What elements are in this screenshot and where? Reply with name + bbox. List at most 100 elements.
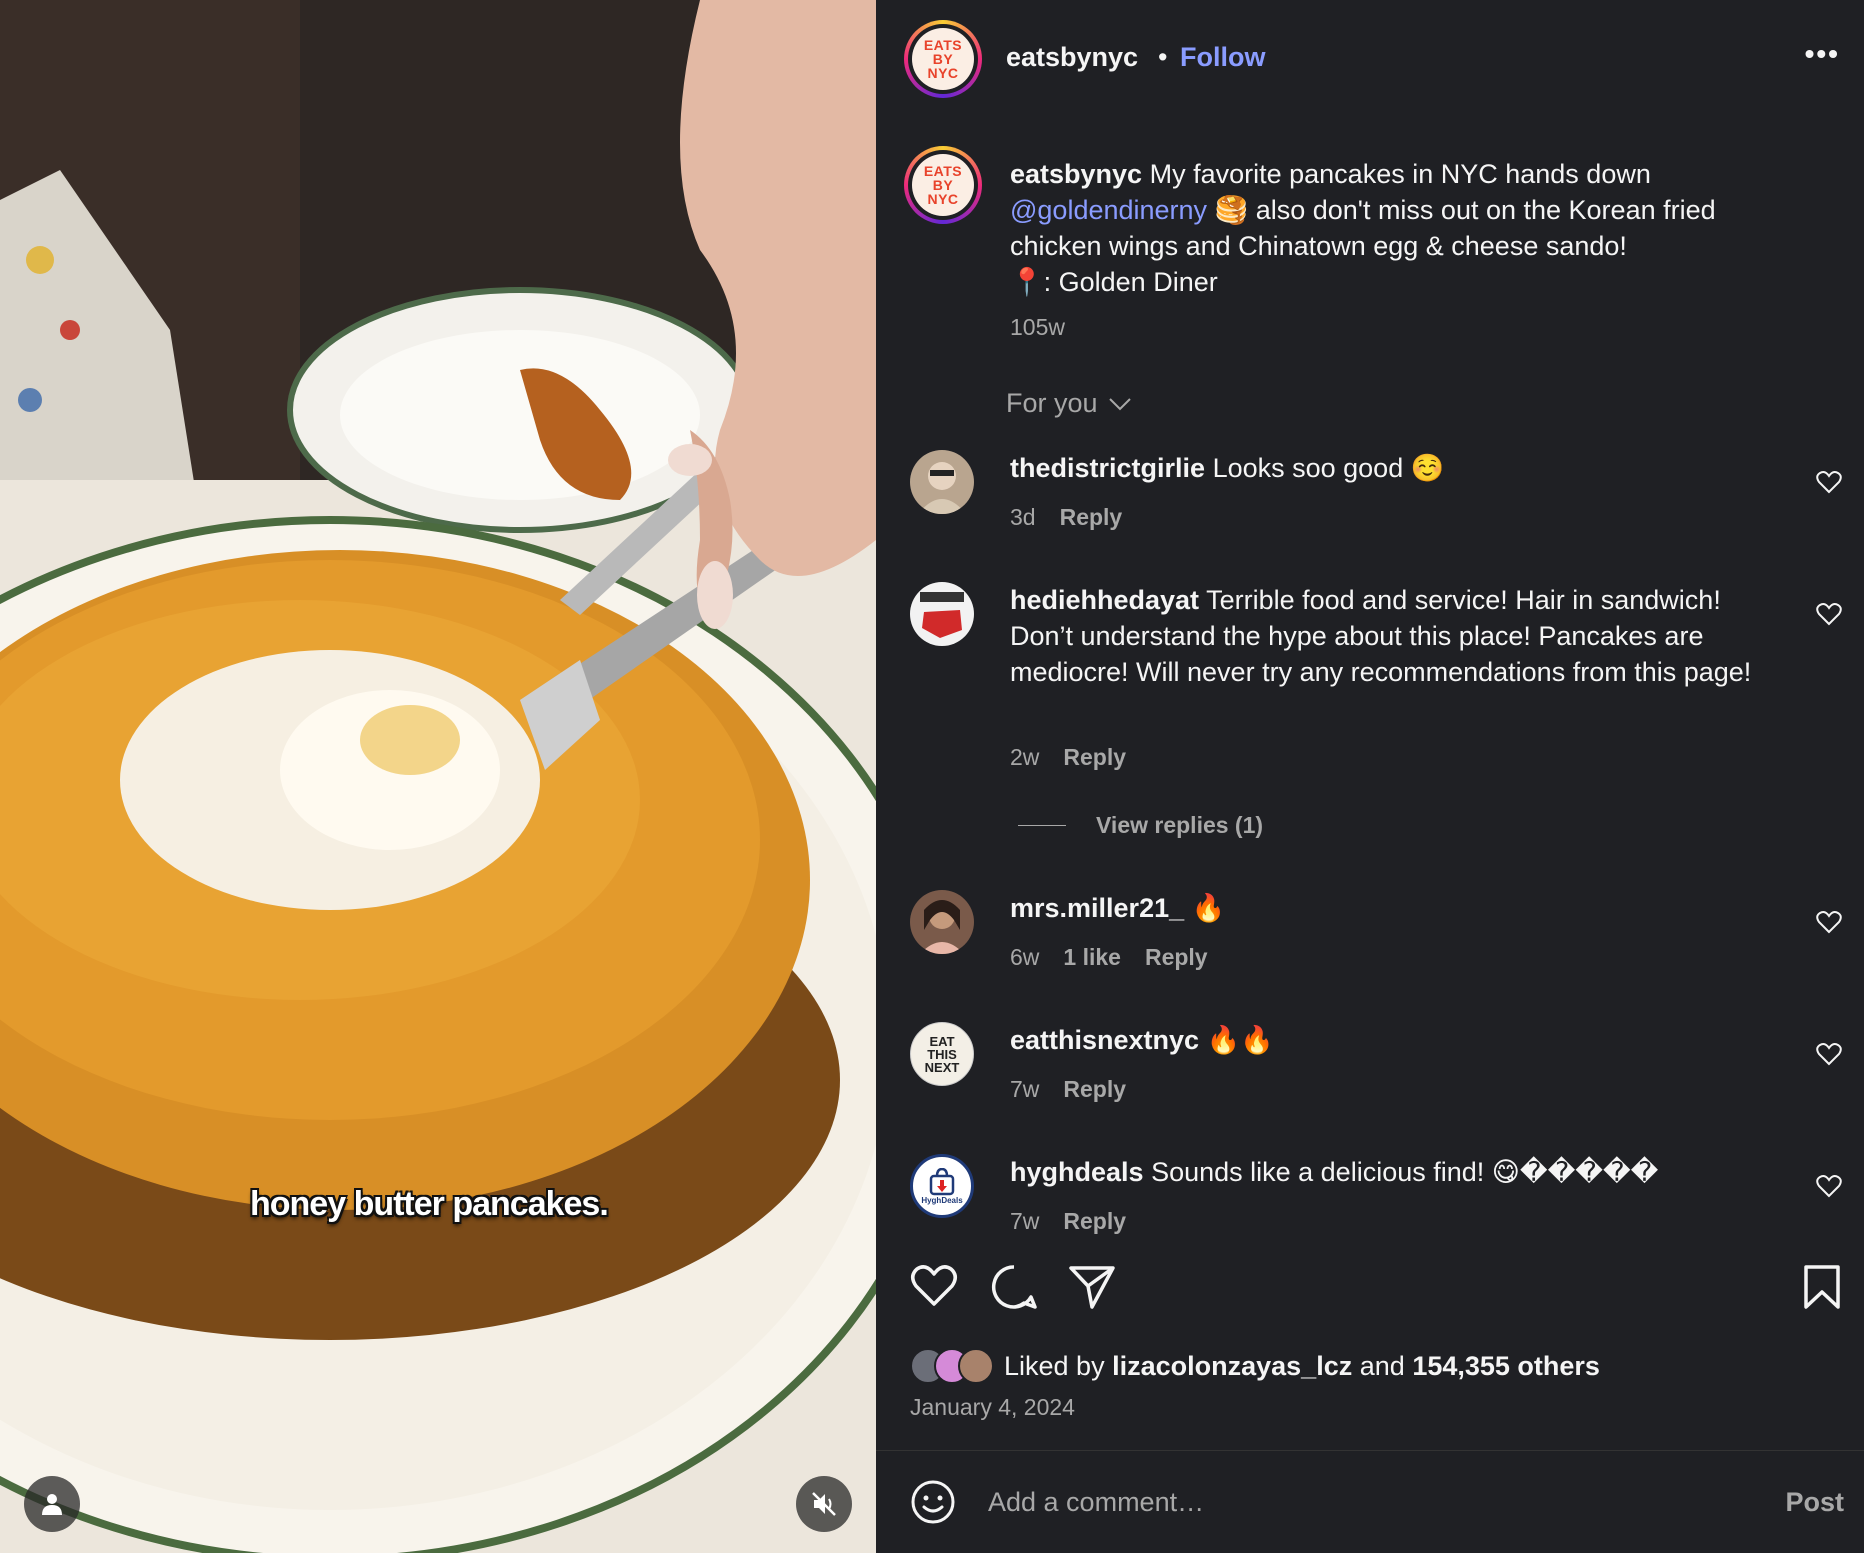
heart-icon[interactable] [1816,470,1842,494]
reply-button[interactable]: Reply [1063,744,1126,771]
comment-username[interactable]: hyghdeals [1010,1157,1144,1187]
post-comment-button[interactable]: Post [1785,1487,1844,1518]
avatar-text-line-2: THIS [927,1046,957,1062]
comment-content: mrs.miller21_ 🔥 [1010,890,1780,926]
reply-button[interactable]: Reply [1063,1076,1126,1103]
comment-bubble-icon[interactable] [990,1264,1038,1310]
comment-content: hediehhedayat Terrible food and service!… [1010,582,1780,690]
liker-avatar [958,1348,994,1384]
comment-text: Looks soo good ☺️ [1212,453,1445,483]
chevron-down-icon [1108,397,1131,410]
comments-sort-dropdown[interactable]: For you [1006,388,1132,419]
follow-button[interactable]: Follow [1180,42,1265,73]
comment-time[interactable]: 6w [1010,944,1039,971]
emoji-smiley-icon[interactable] [910,1479,956,1525]
logo-line-2: BY [932,51,954,67]
eatsbynyc-logo-icon: EATS BY NYC [912,154,974,216]
liker-username[interactable]: lizacolonzayas_lcz [1112,1351,1352,1381]
comment-content: thedistrictgirlie Looks soo good ☺️ [1010,450,1780,486]
logo-line-1: EATS [923,163,963,179]
logo-line-2: BY [932,177,954,193]
likes-prefix: Liked by [1004,1350,1105,1381]
avatar-text-line-3: NEXT [924,1059,960,1075]
location-pin-icon: 📍 [1010,267,1044,297]
comment-meta: 7w Reply [1010,1208,1126,1235]
comment-content: hyghdeals Sounds like a delicious find! … [1010,1154,1780,1190]
comment-time[interactable]: 7w [1010,1208,1039,1235]
logo-line-3: NYC [927,65,959,81]
avatar-photo [910,582,974,646]
header-separator: • [1158,42,1168,72]
post-caption: eatsbynyc My favorite pancakes in NYC ha… [1010,156,1810,300]
comment-composer: Post [876,1451,1864,1553]
heart-icon[interactable] [1816,1042,1842,1066]
comment-content: eatthisnextnyc 🔥🔥 [1010,1022,1780,1058]
reply-button[interactable]: Reply [1063,1208,1126,1235]
comment-username[interactable]: eatthisnextnyc [1010,1025,1199,1055]
logo-line-1: EATS [923,37,963,53]
comment-input[interactable] [988,1477,1708,1527]
video-caption-overlay: honey butter pancakes. [250,1185,609,1223]
share-paper-plane-icon[interactable] [1068,1264,1116,1310]
comment-meta: 7w Reply [1010,1076,1126,1103]
view-replies-button[interactable]: View replies (1) [1018,812,1263,839]
fire-emoji: 🔥 [1191,893,1226,923]
tagged-users-button[interactable] [24,1476,80,1532]
speaker-muted-icon [812,1492,836,1516]
caption-text-before: My favorite pancakes in NYC hands down [1149,159,1651,189]
avatar-photo [910,450,974,514]
reply-button[interactable]: Reply [1145,944,1208,971]
comment-meta: 3d Reply [1010,504,1122,531]
bookmark-icon[interactable] [1802,1264,1842,1310]
commenter-avatar[interactable] [910,890,974,954]
post-details-panel: EATS BY NYC eatsbynyc • Follow ••• EATS … [876,0,1864,1553]
post-date[interactable]: January 4, 2024 [910,1394,1075,1421]
author-avatar[interactable]: EATS BY NYC [904,20,982,98]
pancake-photo [0,0,876,1553]
comment-time[interactable]: 3d [1010,504,1036,531]
post-media-video[interactable]: honey butter pancakes. [0,0,876,1553]
caption-mention-link[interactable]: @goldendinerny [1010,195,1207,225]
likes-count[interactable]: 154,355 others [1412,1351,1600,1381]
more-options-icon[interactable]: ••• [1805,38,1840,70]
reply-button[interactable]: Reply [1060,504,1123,531]
caption-timestamp[interactable]: 105w [1010,314,1065,341]
avatar-brand-label: HyghDeals [921,1195,963,1205]
avatar-text-line-1: EAT [929,1033,955,1049]
replies-line [1018,825,1066,826]
author-username[interactable]: eatsbynyc [1006,42,1138,73]
likes-middle: and [1359,1350,1405,1381]
commenter-avatar[interactable]: EAT THIS NEXT [910,1022,974,1086]
like-heart-icon[interactable] [910,1264,958,1308]
view-replies-label: View replies (1) [1096,812,1264,838]
heart-icon[interactable] [1816,1174,1842,1198]
caption-username[interactable]: eatsbynyc [1010,159,1142,189]
mute-toggle-button[interactable] [796,1476,852,1532]
comment-time[interactable]: 2w [1010,744,1039,771]
caption-author-avatar[interactable]: EATS BY NYC [904,146,982,224]
commenter-avatar[interactable] [910,450,974,514]
comment-username[interactable]: thedistrictgirlie [1010,453,1205,483]
comment-time[interactable]: 7w [1010,1076,1039,1103]
comment-text: Sounds like a delicious find! 😋����� [1151,1157,1659,1187]
comment-meta: 6w 1 like Reply [1010,944,1208,971]
commenter-avatar[interactable] [910,582,974,646]
caption-location: : Golden Diner [1043,267,1218,297]
pancake-emoji: 🥞 [1214,195,1249,225]
commenter-avatar[interactable]: HyghDeals [910,1154,974,1218]
likes-text: Liked by lizacolonzayas_lcz and 154,355 … [1004,1351,1600,1382]
likes-summary[interactable]: Liked by lizacolonzayas_lcz and 154,355 … [910,1348,1600,1384]
eatsbynyc-logo-icon: EATS BY NYC [912,28,974,90]
sort-label: For you [1006,388,1098,418]
comment-username[interactable]: hediehhedayat [1010,585,1199,615]
logo-line-3: NYC [927,191,959,207]
shopping-bag-icon [929,1167,955,1195]
post-action-bar [876,1264,1864,1324]
comment-likes[interactable]: 1 like [1063,944,1121,971]
avatar-photo [910,890,974,954]
comment-username[interactable]: mrs.miller21_ [1010,893,1184,923]
heart-icon[interactable] [1816,910,1842,934]
fire-emoji: 🔥🔥 [1206,1025,1274,1055]
heart-icon[interactable] [1816,602,1842,626]
person-icon [42,1494,62,1515]
